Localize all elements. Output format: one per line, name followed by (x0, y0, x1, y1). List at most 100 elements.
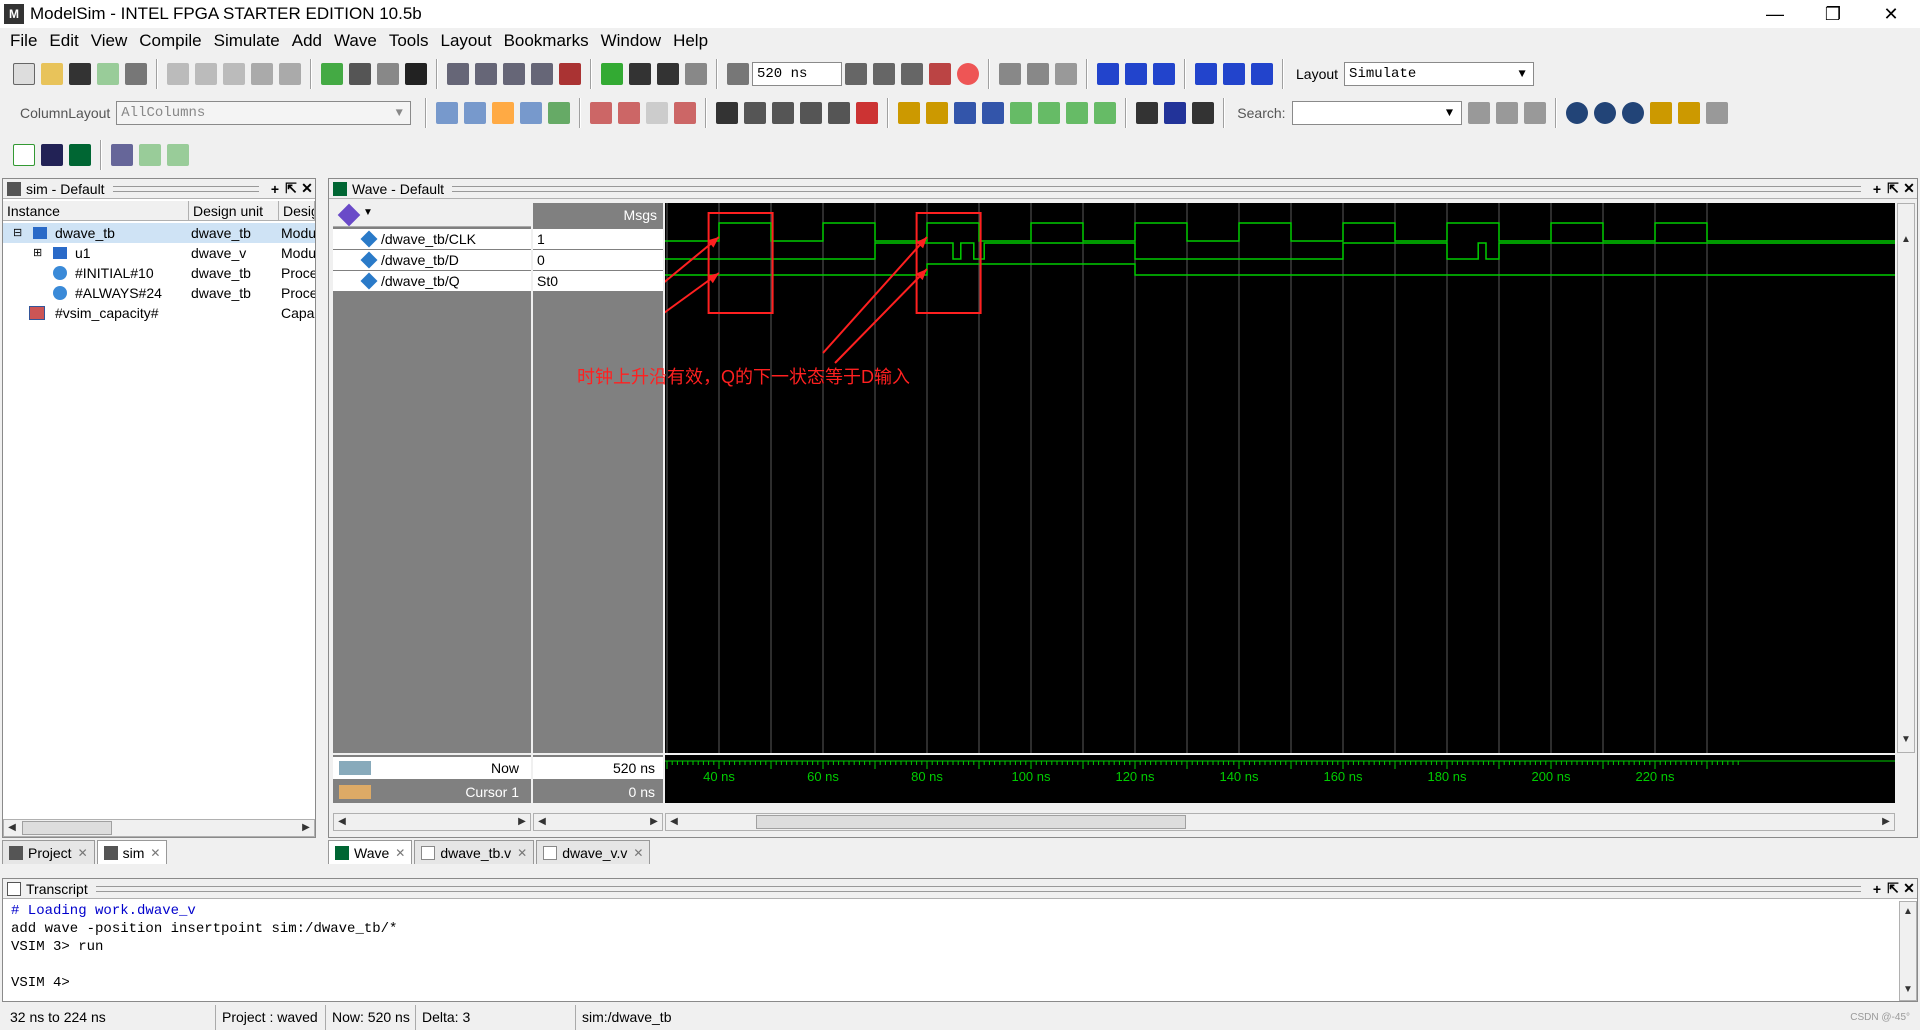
expand-icon[interactable] (1136, 102, 1159, 124)
time-ruler[interactable]: 40 ns 60 ns 80 ns 100 ns 120 ns 140 ns 160 ns 1… (665, 755, 1895, 803)
menu-add[interactable]: Add (292, 31, 322, 51)
break-run-icon[interactable] (929, 63, 951, 85)
new-file-icon[interactable] (13, 63, 35, 85)
add-icon[interactable]: + (267, 181, 283, 197)
close-icon[interactable]: ✕ (395, 842, 405, 864)
chevron-down-icon[interactable]: ▼ (390, 104, 408, 122)
search-options-icon[interactable] (1523, 102, 1546, 124)
edit-mode-icon[interactable] (800, 102, 823, 124)
wave-step-icon[interactable] (167, 144, 189, 166)
forward-arrow-icon[interactable] (685, 63, 707, 85)
next-edge-icon[interactable] (982, 102, 1005, 124)
restart-icon[interactable] (601, 63, 623, 85)
redo-icon[interactable] (279, 63, 301, 85)
scroll-thumb[interactable] (22, 821, 112, 835)
compile-icon[interactable] (321, 63, 343, 85)
undock-icon[interactable]: ⇱ (1885, 880, 1901, 897)
restore-icon[interactable]: ❐ (1804, 0, 1862, 28)
wave-color-icon[interactable] (69, 144, 91, 166)
name-hscrollbar[interactable]: ◀ ▶ (333, 813, 531, 831)
up-arrow-icon[interactable] (629, 63, 651, 85)
menu-compile[interactable]: Compile (139, 31, 201, 51)
tree-row[interactable]: #INITIAL#10 dwave_tb Proce (3, 263, 315, 283)
search-next-icon[interactable] (1495, 102, 1518, 124)
menu-file[interactable]: File (10, 31, 37, 51)
add-dataflow-icon[interactable] (520, 102, 543, 124)
close-icon[interactable]: ✕ (517, 842, 527, 864)
cut-icon[interactable] (167, 63, 189, 85)
copy-wave-icon[interactable] (646, 102, 669, 124)
close-icon[interactable]: ✕ (150, 842, 160, 864)
scroll-up-icon[interactable]: ▲ (1900, 904, 1916, 920)
chevron-down-icon[interactable]: ▼ (1513, 65, 1531, 83)
tree-row[interactable]: ⊞ u1 dwave_v Modul (3, 243, 315, 263)
step-out-all-icon[interactable] (1251, 63, 1273, 85)
collapse-icon[interactable] (1164, 102, 1187, 124)
insert-cursor-icon[interactable] (898, 102, 921, 124)
scroll-left-icon[interactable]: ◀ (4, 820, 20, 836)
wave-edge-icon[interactable] (139, 144, 161, 166)
zoom-mode-icon[interactable] (744, 102, 767, 124)
zoom-range-icon[interactable] (1705, 102, 1728, 124)
cursor-lock-icon[interactable] (339, 785, 371, 799)
reload-icon[interactable] (97, 63, 119, 85)
back-arrow-icon[interactable] (657, 63, 679, 85)
scroll-left-icon[interactable]: ◀ (334, 814, 350, 830)
scroll-left-icon[interactable]: ◀ (666, 814, 682, 830)
wave-compare-icon[interactable] (856, 102, 879, 124)
step-into-icon[interactable] (1097, 63, 1119, 85)
performance-icon[interactable] (999, 63, 1021, 85)
stop-icon[interactable] (957, 63, 979, 85)
prev-edge-icon[interactable] (954, 102, 977, 124)
add-log-icon[interactable] (492, 102, 515, 124)
chevron-down-icon[interactable]: ▼ (1441, 104, 1459, 122)
menu-simulate[interactable]: Simulate (214, 31, 280, 51)
edge-find-icon[interactable] (1094, 102, 1117, 124)
pan-mode-icon[interactable] (772, 102, 795, 124)
scroll-right-icon[interactable]: ▶ (298, 820, 314, 836)
minimize-icon[interactable]: — (1746, 0, 1804, 28)
scroll-down-icon[interactable]: ▼ (1900, 982, 1916, 998)
scroll-right-icon[interactable]: ▶ (514, 814, 530, 830)
close-icon[interactable]: ✕ (299, 180, 315, 197)
tab-project[interactable]: Project ✕ (2, 840, 95, 864)
zoom-last-icon[interactable] (1677, 102, 1700, 124)
cut-wave-icon[interactable] (590, 102, 613, 124)
tree-row[interactable]: #ALWAYS#24 dwave_tb Proce (3, 283, 315, 303)
col-instance[interactable]: Instance (3, 201, 189, 221)
wave-format-icon[interactable] (13, 144, 35, 166)
tab-wave[interactable]: Wave ✕ (328, 840, 413, 864)
layout-select[interactable]: Simulate ▼ (1344, 62, 1535, 86)
select-mode-icon[interactable] (716, 102, 739, 124)
edge-any-icon[interactable] (1066, 102, 1089, 124)
step-icon[interactable] (1195, 63, 1217, 85)
scroll-down-icon[interactable]: ▼ (1898, 732, 1914, 748)
signal-row-q[interactable]: /dwave_tb/Q (333, 271, 531, 291)
undock-icon[interactable]: ⇱ (1885, 180, 1901, 197)
edge-rising-icon[interactable] (1038, 102, 1061, 124)
sim-hscrollbar[interactable]: ◀ ▶ (3, 819, 315, 837)
stretch-icon[interactable] (828, 102, 851, 124)
wave-fill-icon[interactable] (41, 144, 63, 166)
chevron-down-icon[interactable]: ▼ (363, 207, 373, 218)
col-design[interactable]: Design (279, 201, 315, 221)
menu-tools[interactable]: Tools (389, 31, 429, 51)
wave-hscrollbar[interactable]: ◀ ▶ (665, 813, 1895, 831)
col-design-unit[interactable]: Design unit (189, 201, 279, 221)
menu-layout[interactable]: Layout (441, 31, 492, 51)
scroll-right-icon[interactable]: ▶ (1878, 814, 1894, 830)
step-over-all-icon[interactable] (1223, 63, 1245, 85)
run-length-input[interactable]: 520 ns (752, 62, 842, 86)
scroll-right-icon[interactable]: ▶ (646, 814, 662, 830)
signal-row-clk[interactable]: /dwave_tb/CLK (333, 229, 531, 249)
expand-toggle-icon[interactable]: ⊞ (33, 243, 42, 263)
hand-icon[interactable] (1055, 63, 1077, 85)
dataflow-icon[interactable] (475, 63, 497, 85)
break-icon[interactable] (447, 63, 469, 85)
zoom-full-icon[interactable] (1621, 102, 1644, 124)
menu-edit[interactable]: Edit (49, 31, 78, 51)
run-icon[interactable] (845, 63, 867, 85)
undo-icon[interactable] (251, 63, 273, 85)
zoom-in-icon[interactable] (1565, 102, 1588, 124)
add-icon[interactable]: + (1869, 881, 1885, 897)
